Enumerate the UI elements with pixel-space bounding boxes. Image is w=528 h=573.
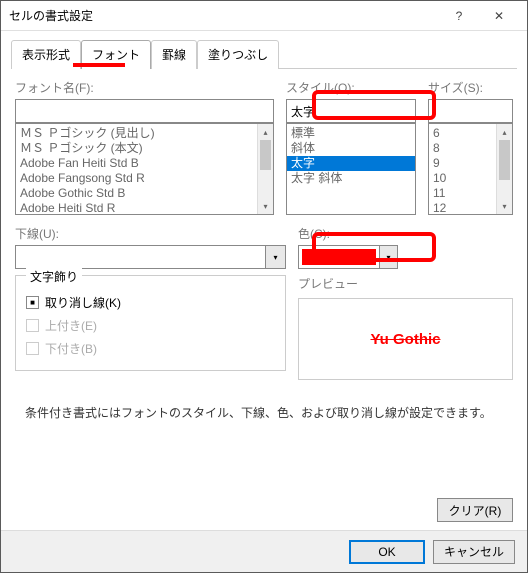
fontname-input[interactable] <box>15 99 274 123</box>
titlebar: セルの書式設定 ? ✕ <box>1 1 527 31</box>
dialog-footer: OK キャンセル <box>1 530 527 572</box>
scrollbar[interactable]: ▴ ▾ <box>257 124 273 214</box>
scroll-thumb[interactable] <box>260 140 271 170</box>
color-label: 色(C): <box>298 225 513 242</box>
chevron-down-icon[interactable]: ▾ <box>379 246 397 268</box>
tab-display-format[interactable]: 表示形式 <box>11 40 81 69</box>
size-input[interactable] <box>428 99 513 123</box>
color-combo[interactable]: ▾ <box>298 245 398 269</box>
cancel-button[interactable]: キャンセル <box>433 540 515 564</box>
scrollbar[interactable]: ▴ ▾ <box>496 124 512 214</box>
tab-panel-font: フォント名(F): ＭＳ Ｐゴシック (見出し) ＭＳ Ｐゴシック (本文) A… <box>11 68 517 445</box>
size-listbox[interactable]: 6 8 9 10 11 12 ▴ ▾ <box>428 123 513 215</box>
tab-border[interactable]: 罫線 <box>151 40 197 69</box>
list-item[interactable]: 太字 <box>287 156 415 171</box>
fontname-listbox[interactable]: ＭＳ Ｐゴシック (見出し) ＭＳ Ｐゴシック (本文) Adobe Fan H… <box>15 123 274 215</box>
checkbox-icon <box>26 342 39 355</box>
style-input[interactable] <box>286 99 416 123</box>
list-item[interactable]: ＭＳ Ｐゴシック (本文) <box>16 141 273 156</box>
dialog-window: セルの書式設定 ? ✕ 表示形式 フォント 罫線 塗りつぶし フォント名(F):… <box>0 0 528 573</box>
size-label: サイズ(S): <box>428 79 513 96</box>
clear-area: クリア(R) <box>437 498 513 522</box>
checkbox-icon <box>26 319 39 332</box>
color-swatch <box>302 249 376 265</box>
dialog-title: セルの書式設定 <box>9 7 439 24</box>
list-item[interactable]: 斜体 <box>287 141 415 156</box>
scroll-up-icon[interactable]: ▴ <box>497 124 512 140</box>
list-item[interactable]: 標準 <box>287 126 415 141</box>
chevron-down-icon[interactable]: ▾ <box>266 245 286 269</box>
list-item[interactable]: Adobe Fangsong Std R <box>16 171 273 186</box>
scroll-down-icon[interactable]: ▾ <box>497 198 512 214</box>
superscript-checkbox: 上付き(E) <box>26 314 275 337</box>
scroll-thumb[interactable] <box>499 140 510 180</box>
preview-box: Yu Gothic <box>298 298 513 380</box>
list-item[interactable]: ＭＳ Ｐゴシック (見出し) <box>16 126 273 141</box>
list-item[interactable]: Adobe Gothic Std B <box>16 186 273 201</box>
ok-button[interactable]: OK <box>349 540 425 564</box>
scroll-down-icon[interactable]: ▾ <box>258 198 273 214</box>
checkbox-icon <box>26 296 39 309</box>
clear-button[interactable]: クリア(R) <box>437 498 513 522</box>
strikethrough-checkbox[interactable]: 取り消し線(K) <box>26 291 275 314</box>
underline-label: 下線(U): <box>15 225 286 242</box>
close-button[interactable]: ✕ <box>479 2 519 30</box>
effects-title: 文字飾り <box>26 268 82 285</box>
list-item[interactable]: 太字 斜体 <box>287 171 415 186</box>
note-text: 条件付き書式にはフォントのスタイル、下線、色、および取り消し線が設定できます。 <box>11 380 517 445</box>
list-item[interactable]: Adobe Heiti Std R <box>16 201 273 215</box>
tab-fill[interactable]: 塗りつぶし <box>197 40 279 69</box>
style-label: スタイル(O): <box>286 79 416 96</box>
preview-title: プレビュー <box>298 275 513 292</box>
preview-sample-text: Yu Gothic <box>370 331 440 348</box>
style-listbox[interactable]: 標準 斜体 太字 太字 斜体 <box>286 123 416 215</box>
list-item[interactable]: Adobe Fan Heiti Std B <box>16 156 273 171</box>
annotation-tab-highlight <box>73 63 125 67</box>
subscript-checkbox: 下付き(B) <box>26 337 275 360</box>
underline-combo[interactable]: ▾ <box>15 245 286 269</box>
help-button[interactable]: ? <box>439 2 479 30</box>
scroll-up-icon[interactable]: ▴ <box>258 124 273 140</box>
effects-group: 文字飾り 取り消し線(K) 上付き(E) 下付き(B) <box>15 275 286 371</box>
fontname-label: フォント名(F): <box>15 79 274 96</box>
